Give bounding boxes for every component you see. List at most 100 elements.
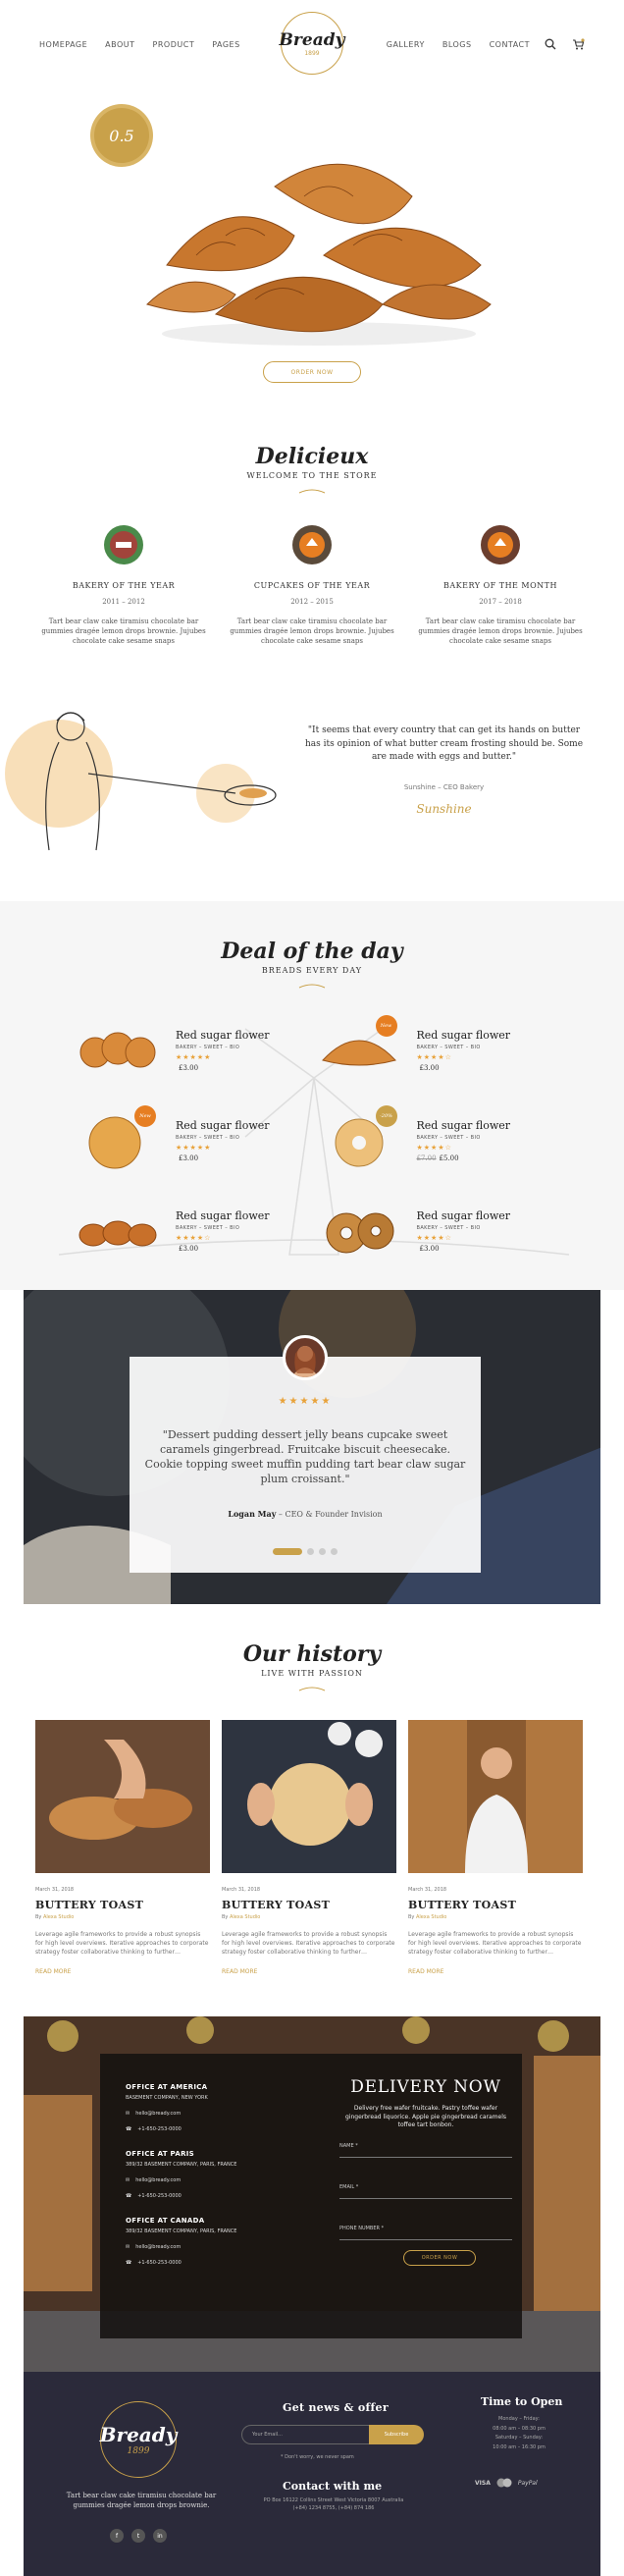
wheat-icon xyxy=(298,1687,326,1691)
logo-year: 1899 xyxy=(127,2446,150,2457)
hero-order-button[interactable]: ORDER NOW xyxy=(263,361,361,383)
avatar xyxy=(283,1335,328,1381)
baker-illustration xyxy=(5,712,277,851)
phone-field[interactable] xyxy=(339,2221,512,2241)
post-title[interactable]: BUTTERY TOAST xyxy=(35,1899,210,1911)
donut-image xyxy=(326,1212,393,1254)
office-address: 389/32 BASEMENT COMPANY, PARIS, FRANCE xyxy=(126,2162,237,2169)
post-author[interactable]: Alexa Studio xyxy=(43,1914,74,1920)
post-author[interactable]: Alexa Studio xyxy=(230,1914,260,1920)
email-field[interactable] xyxy=(339,2179,512,2200)
mail-icon: ✉ xyxy=(126,2177,130,2184)
nav-gallery[interactable]: GALLERY xyxy=(387,40,425,49)
site-header: HOMEPAGE ABOUT PRODUCT PAGES Bready 1899… xyxy=(0,0,624,88)
quote-section: "It seems that every country that can ge… xyxy=(0,685,624,882)
deals-subtitle: BREADS EVERY DAY xyxy=(261,966,363,976)
testimonial-rating: ★★★★★ xyxy=(278,1396,333,1408)
feature-years: 2017 – 2018 xyxy=(479,598,522,606)
deal-name: Red sugar flower xyxy=(176,1029,270,1043)
nav-pages[interactable]: PAGES xyxy=(212,40,239,49)
twitter-icon[interactable]: t xyxy=(131,2529,145,2544)
deal-item[interactable]: New Red sugar flower BAKERY – SWEET – BIO… xyxy=(74,1103,315,1178)
post-image[interactable] xyxy=(408,1720,583,1874)
deals-heading: Deal of the day BREADS EVERY DAY xyxy=(0,939,624,993)
pagination-dot[interactable] xyxy=(331,1548,338,1556)
pagination-dot[interactable] xyxy=(307,1548,314,1556)
facebook-icon[interactable]: f xyxy=(110,2529,124,2544)
deal-item[interactable]: Red sugar flower BAKERY – SWEET – BIO ★★★★… xyxy=(74,1013,315,1088)
feature-item: BAKERY OF THE YEAR 2011 – 2012 Tart bear… xyxy=(40,524,207,646)
feature-desc: Tart bear claw cake tiramisu chocolate b… xyxy=(418,617,583,645)
visa-icon: VISA xyxy=(475,2479,491,2487)
newsletter-email-input[interactable] xyxy=(241,2425,369,2445)
post-byline: By Alexa Studio xyxy=(35,1914,75,1921)
nav-product[interactable]: PRODUCT xyxy=(153,40,195,49)
read-more-link[interactable]: READ MORE xyxy=(408,1968,583,1975)
deal-tag: New xyxy=(375,1015,397,1038)
post-excerpt: Leverage agile frameworks to provide a r… xyxy=(408,1931,582,1957)
logo-year: 1899 xyxy=(304,49,320,57)
office-email[interactable]: ✉ hello@bready.com xyxy=(126,2177,236,2183)
post-title[interactable]: BUTTERY TOAST xyxy=(408,1899,583,1911)
post-image[interactable] xyxy=(35,1720,210,1874)
deal-item[interactable]: Red sugar flower BAKERY – SWEET – BIO ★★★★… xyxy=(315,1194,556,1268)
office-email[interactable]: ✉ hello@bready.com xyxy=(126,2244,236,2250)
welcome-heading: Delicieux WELCOME TO THE STORE xyxy=(0,444,624,499)
deal-price: £7.00 £5.00 xyxy=(416,1154,459,1163)
pagination-dot[interactable] xyxy=(319,1548,326,1556)
post-date: March 31, 2018 xyxy=(222,1887,261,1894)
phone-icon: ☎ xyxy=(126,2260,132,2267)
subscribe-button[interactable]: Subscribe xyxy=(369,2425,424,2445)
feature-years: 2011 – 2012 xyxy=(102,598,145,606)
bakery-quote: "It seems that every country that can ge… xyxy=(304,724,584,818)
post-date: March 31, 2018 xyxy=(35,1887,75,1894)
feature-desc: Tart bear claw cake tiramisu chocolate b… xyxy=(41,617,206,645)
office-phone[interactable]: ☎ +1-650-253-0000 xyxy=(126,2193,236,2199)
deal-item[interactable]: New Red sugar flower BAKERY – SWEET – BIO… xyxy=(315,1013,556,1088)
phone-icon: ☎ xyxy=(126,2193,132,2200)
deal-name: Red sugar flower xyxy=(416,1029,511,1043)
deal-price: £3.00 xyxy=(179,1154,199,1163)
testimonial-card: ★★★★★ "Dessert pudding dessert jelly bea… xyxy=(130,1335,481,1574)
name-field[interactable] xyxy=(339,2138,512,2159)
office-america: OFFICE AT AMERICA BASEMENT COMPANY, NEW … xyxy=(126,2083,208,2132)
office-phone[interactable]: ☎ +1-650-253-0000 xyxy=(126,2260,236,2266)
logo-name: Bready xyxy=(279,29,345,50)
site-logo[interactable]: Bready 1899 xyxy=(279,12,345,75)
post-image[interactable] xyxy=(222,1720,396,1874)
office-name: OFFICE AT PARIS xyxy=(126,2150,195,2159)
site-footer: Bready 1899 Tart bear claw cake tiramisu… xyxy=(24,2372,600,2576)
pagination-dot[interactable] xyxy=(273,1548,302,1556)
nav-blogs[interactable]: BLOGS xyxy=(442,40,472,49)
deal-categories: BAKERY – SWEET – BIO xyxy=(416,1225,481,1232)
nav-contact[interactable]: CONTACT xyxy=(490,40,530,49)
deal-item[interactable]: Red sugar flower BAKERY – SWEET – BIO ★★★★… xyxy=(74,1194,315,1268)
delivery-order-button[interactable]: ORDER NOW xyxy=(403,2250,476,2267)
header-right: GALLERY BLOGS CONTACT xyxy=(387,37,585,51)
nav-about[interactable]: ABOUT xyxy=(105,40,134,49)
feature-item: BAKERY OF THE MONTH 2017 – 2018 Tart bea… xyxy=(417,524,584,646)
footer-logo[interactable]: Bready 1899 xyxy=(100,2401,177,2479)
quote-author: Sunshine – CEO Bakery xyxy=(403,782,485,791)
deal-name: Red sugar flower xyxy=(176,1119,270,1133)
deal-rating: ★★★★☆ xyxy=(416,1144,452,1153)
post-title[interactable]: BUTTERY TOAST xyxy=(222,1899,396,1911)
croissants-image xyxy=(146,163,492,346)
office-phone[interactable]: ☎ +1-650-253-0000 xyxy=(126,2126,208,2132)
office-email[interactable]: ✉ hello@bready.com xyxy=(126,2111,208,2117)
nav-homepage[interactable]: HOMEPAGE xyxy=(39,40,87,49)
feature-title: BAKERY OF THE YEAR xyxy=(72,581,176,590)
post-author[interactable]: Alexa Studio xyxy=(416,1914,446,1920)
testimonial-author: Logan May – CEO & Founder Invision xyxy=(228,1508,383,1519)
mail-icon: ✉ xyxy=(126,2244,130,2251)
read-more-link[interactable]: READ MORE xyxy=(222,1968,396,1975)
history-subtitle: LIVE WITH PASSION xyxy=(261,1669,363,1679)
read-more-link[interactable]: READ MORE xyxy=(35,1968,210,1975)
deal-image-wrap: New xyxy=(315,1015,403,1080)
deal-item[interactable]: -20% Red sugar flower BAKERY – SWEET – BI… xyxy=(315,1103,556,1178)
search-icon[interactable] xyxy=(544,37,557,51)
office-name: OFFICE AT CANADA xyxy=(126,2217,205,2226)
deal-name: Red sugar flower xyxy=(416,1209,511,1223)
instagram-icon[interactable]: in xyxy=(153,2529,167,2544)
cart-icon[interactable] xyxy=(571,37,585,51)
